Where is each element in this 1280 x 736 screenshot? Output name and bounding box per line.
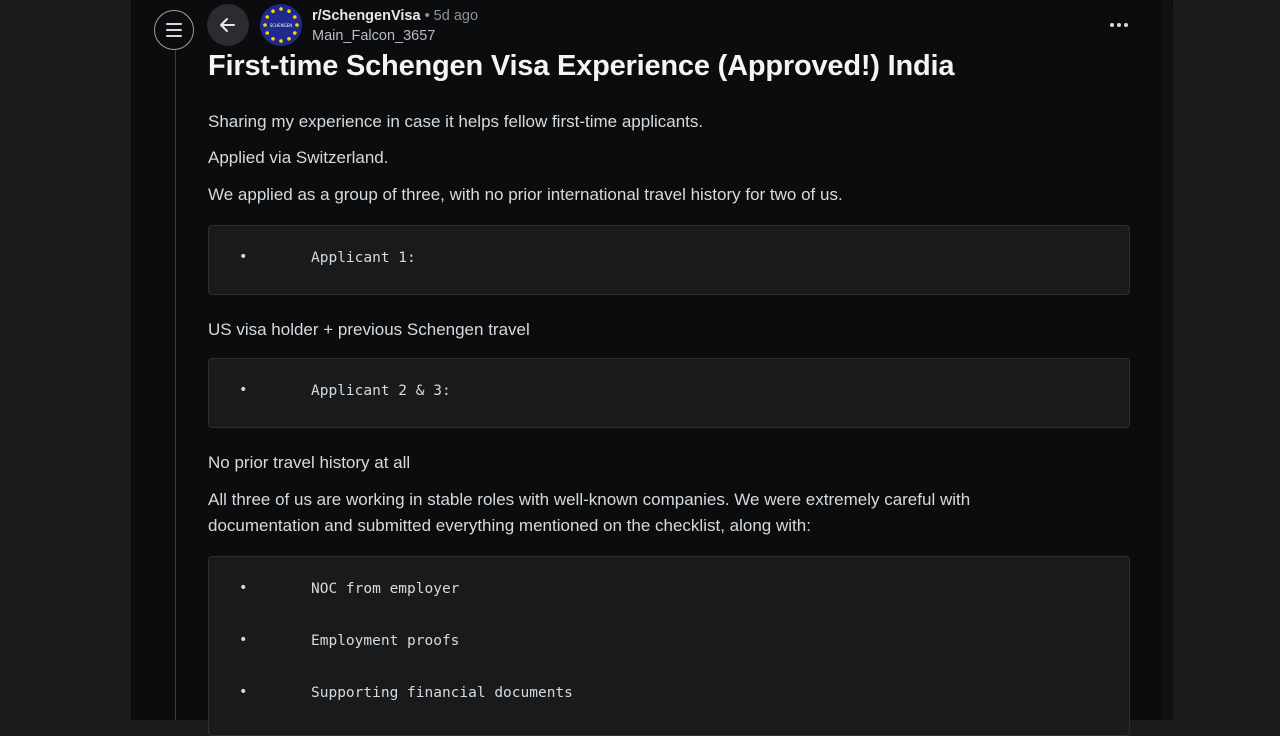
applicant23-label: Applicant 2 & 3: [311, 383, 451, 399]
document-item: Supporting financial documents [311, 685, 573, 701]
more-options-button[interactable] [1103, 14, 1135, 36]
meta-separator: • [424, 8, 430, 24]
document-item: NOC from employer [311, 581, 460, 597]
code-list-item: • Applicant 2 & 3: [209, 381, 1129, 405]
menu-button[interactable] [154, 10, 194, 50]
code-list-item: • Supporting financial documents [209, 683, 1129, 707]
code-list-item: • Applicant 1: [209, 248, 1129, 272]
hamburger-menu-icon [166, 23, 182, 37]
code-block-applicant1: • Applicant 1: [208, 225, 1130, 295]
panel-edge [1162, 0, 1173, 720]
subreddit-avatar[interactable]: SCHENGEN [259, 3, 303, 47]
applicant1-detail: US visa holder + previous Schengen trave… [208, 320, 530, 339]
working-line-2: documentation and submitted everything m… [208, 516, 811, 535]
avatar-text: SCHENGEN [270, 23, 292, 28]
post-title: First-time Schengen Visa Experience (App… [208, 50, 955, 82]
code-block-documents: • NOC from employer • Employment proofs … [208, 556, 1130, 736]
applicant1-label: Applicant 1: [311, 250, 416, 266]
post-group: We applied as a group of three, with no … [208, 185, 843, 204]
post-age: 5d ago [433, 8, 479, 24]
more-horizontal-icon [1110, 23, 1128, 27]
code-list-item: • NOC from employer [209, 579, 1129, 603]
bullet: • [239, 580, 248, 596]
code-block-applicant23: • Applicant 2 & 3: [208, 358, 1130, 428]
bullet: • [239, 382, 248, 398]
subreddit-name[interactable]: r/SchengenVisa [312, 8, 421, 24]
post-meta: r/SchengenVisa • 5d ago Main_Falcon_3657 [312, 6, 478, 46]
bullet: • [239, 249, 248, 265]
code-list-item: • Employment proofs [209, 631, 1129, 655]
arrow-left-icon [220, 18, 235, 32]
document-item: Employment proofs [311, 633, 460, 649]
post-intro: Sharing my experience in case it helps f… [208, 112, 704, 131]
post-applied-via: Applied via Switzerland. [208, 148, 389, 167]
bullet: • [239, 632, 248, 648]
bullet: • [239, 684, 248, 700]
thread-line [175, 44, 176, 720]
author-name[interactable]: Main_Falcon_3657 [312, 26, 478, 46]
applicant23-detail: No prior travel history at all [208, 453, 411, 472]
working-line-1: All three of us are working in stable ro… [208, 490, 971, 509]
back-button[interactable] [207, 4, 249, 46]
